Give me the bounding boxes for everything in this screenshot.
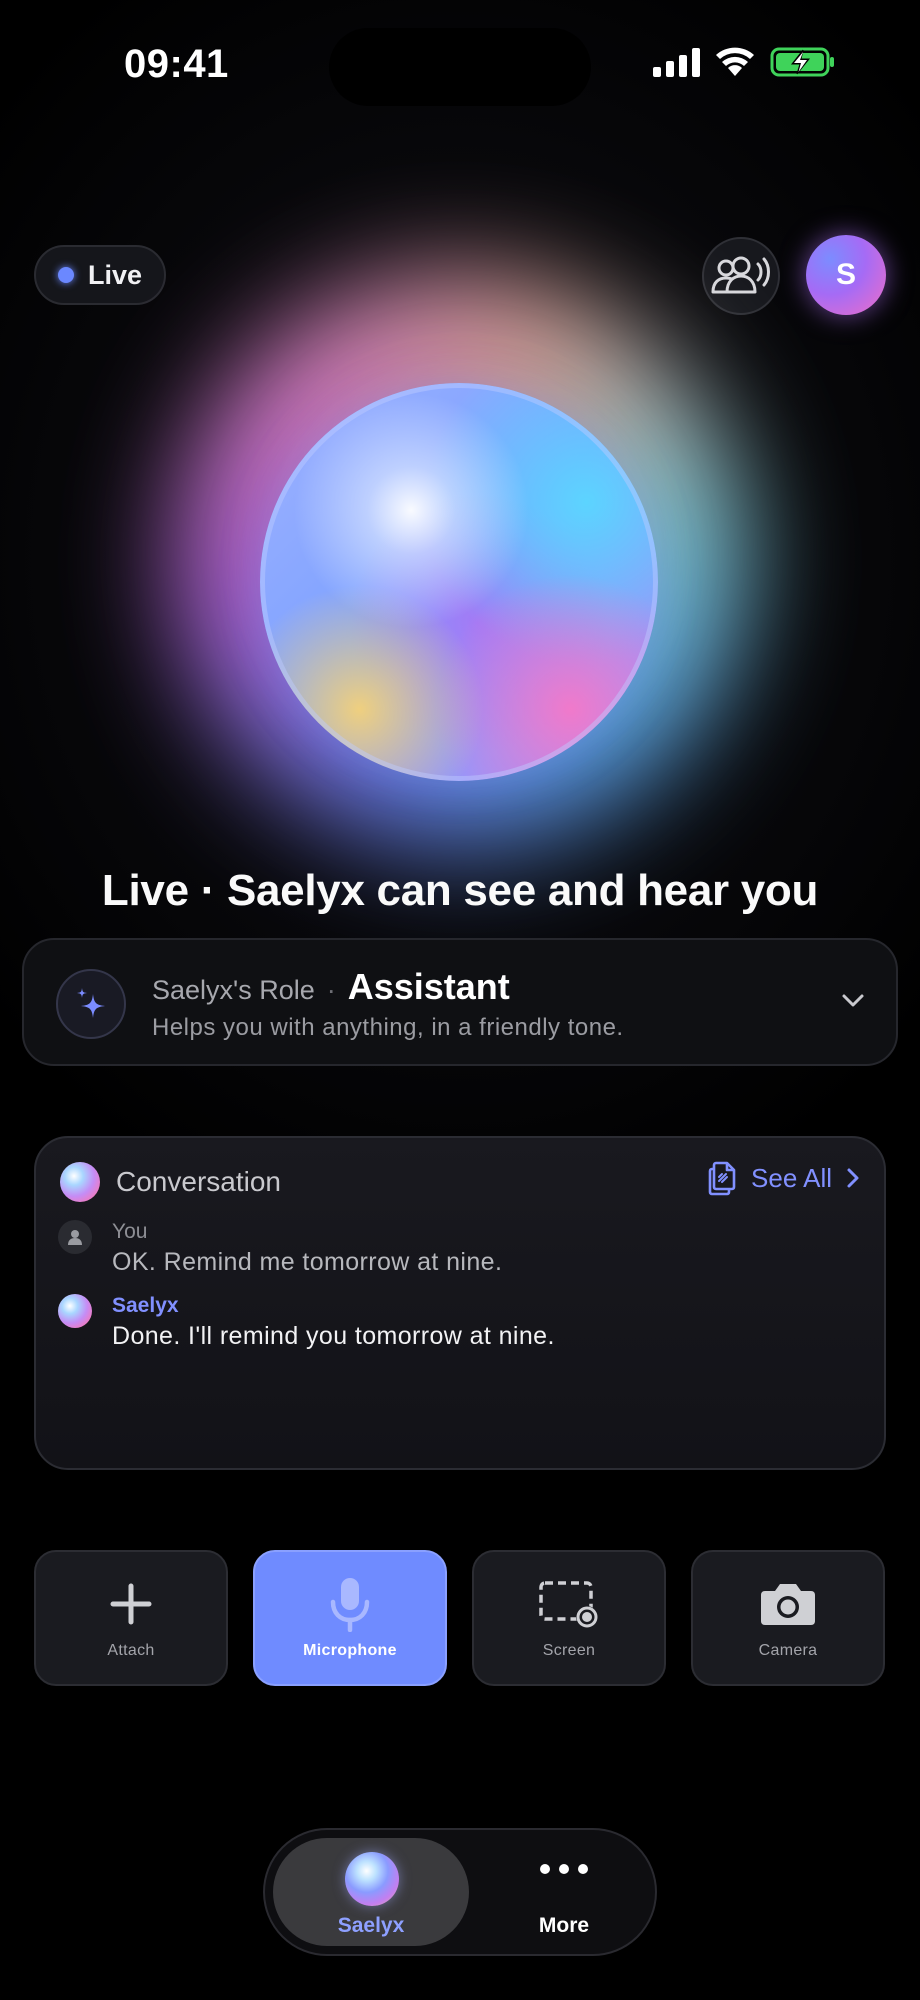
documents-icon — [708, 1161, 736, 1196]
user-person-icon — [58, 1220, 92, 1254]
app-screen: 09:41 Live S Live · Saelyx can see and h… — [0, 0, 920, 2000]
conversation-card: Conversation See All You OK. Remind me t… — [34, 1136, 886, 1470]
cellular-signal-icon — [653, 47, 700, 77]
live-label: Live — [88, 259, 143, 290]
microphone-button[interactable]: Microphone — [253, 1550, 447, 1686]
more-dots-icon — [489, 1864, 639, 1874]
camera-label: Camera — [758, 1642, 818, 1659]
battery-charging-icon — [770, 47, 834, 77]
message-text: OK. Remind me tomorrow at nine. — [112, 1248, 503, 1276]
message-text: Done. I'll remind you tomorrow at nine. — [112, 1322, 555, 1350]
dynamic-island — [329, 28, 591, 106]
wifi-icon — [716, 47, 754, 76]
role-name: Assistant — [347, 966, 510, 1007]
role-description: Helps you with anything, in a friendly t… — [152, 1014, 624, 1041]
role-title-line: Saelyx's Role · Assistant — [152, 966, 510, 1008]
screen-share-button[interactable]: Screen — [472, 1550, 666, 1686]
camera-button[interactable]: Camera — [691, 1550, 885, 1686]
screen-label: Screen — [542, 1642, 596, 1659]
status-icons — [653, 46, 836, 78]
saelyx-orb-icon — [345, 1852, 399, 1906]
message-sender: You — [112, 1220, 148, 1243]
conversation-title: Conversation — [116, 1166, 281, 1197]
tab-saelyx-label: Saelyx — [337, 1914, 405, 1937]
live-indicator-dot — [58, 267, 74, 283]
user-avatar-button[interactable]: S — [806, 235, 886, 315]
tab-saelyx[interactable]: Saelyx — [273, 1838, 469, 1946]
chevron-down-icon[interactable] — [838, 986, 868, 1016]
microphone-label: Microphone — [303, 1642, 397, 1659]
sparkle-icon — [56, 969, 126, 1039]
tab-more[interactable]: More — [489, 1838, 639, 1946]
group-voice-button[interactable] — [702, 237, 780, 315]
screen-record-icon — [474, 1576, 664, 1632]
attach-button[interactable]: Attach — [34, 1550, 228, 1686]
live-status-pill[interactable]: Live — [34, 245, 166, 305]
live-headline: Live · Saelyx can see and hear you — [101, 866, 819, 915]
attach-label: Attach — [107, 1642, 155, 1659]
microphone-icon — [255, 1576, 445, 1632]
chevron-right-icon — [847, 1168, 859, 1188]
saelyx-orb-icon — [60, 1162, 100, 1202]
bottom-tab-bar: Saelyx More — [263, 1828, 657, 1956]
see-all-label: See All — [751, 1162, 832, 1193]
role-selector-card[interactable]: Saelyx's Role · Assistant Helps you with… — [22, 938, 898, 1066]
see-all-link[interactable]: See All — [707, 1160, 860, 1196]
saelyx-orb[interactable] — [260, 383, 658, 781]
plus-icon — [36, 1576, 226, 1632]
role-prefix: Saelyx's Role — [152, 975, 315, 1005]
people-voice-icon — [711, 256, 770, 294]
message-sender: Saelyx — [112, 1294, 179, 1317]
role-separator: · — [326, 975, 336, 1005]
tab-more-label: More — [538, 1914, 590, 1937]
camera-icon — [693, 1576, 883, 1632]
saelyx-avatar-icon — [58, 1294, 92, 1328]
action-buttons-row: Attach Microphone Screen Camera — [34, 1550, 886, 1686]
status-time: 09:41 — [124, 42, 229, 86]
